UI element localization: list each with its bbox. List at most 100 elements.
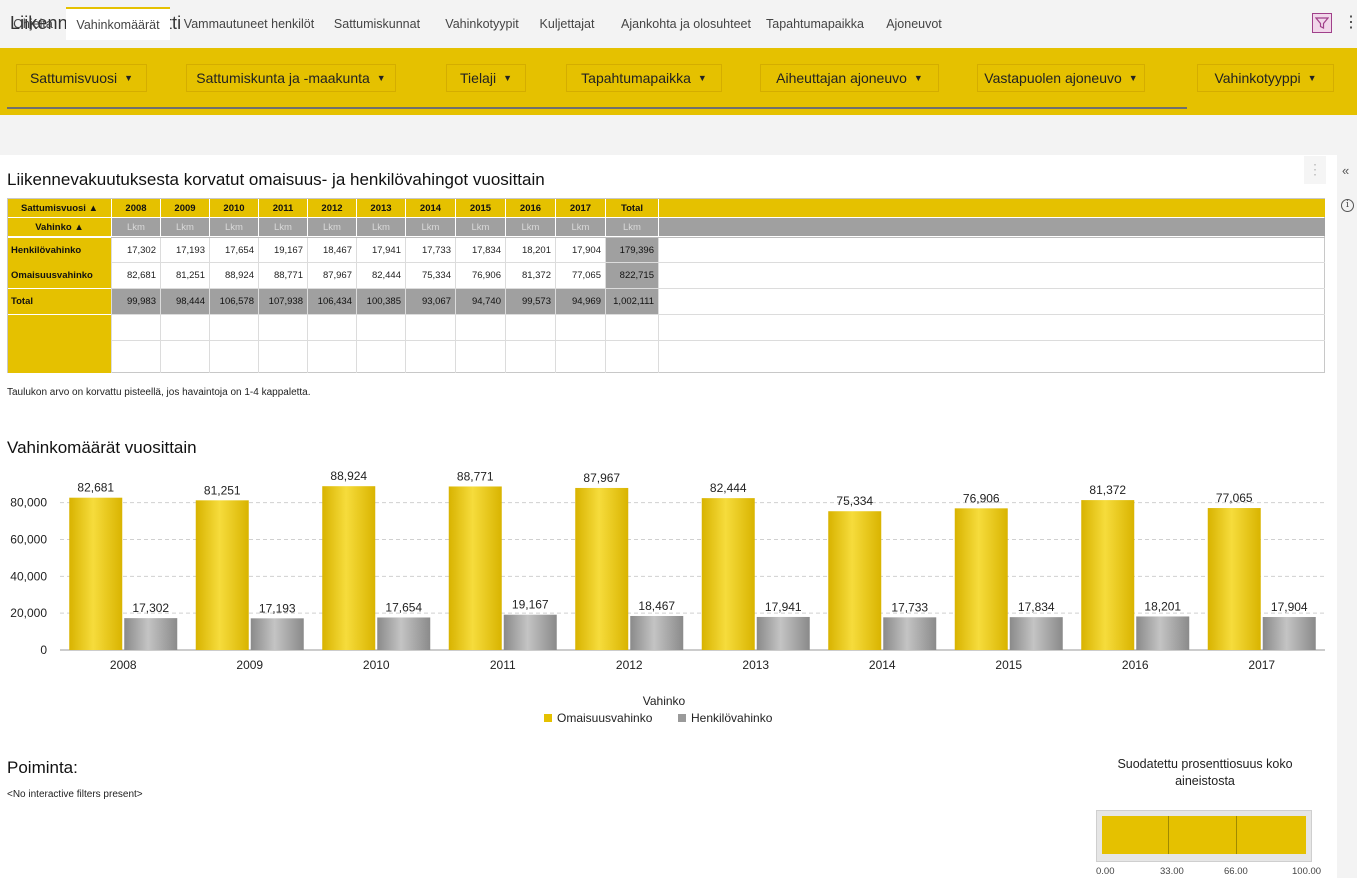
data-label: 88,771 (457, 469, 494, 483)
filter-dropdown-3[interactable]: Tielaji ▼ (446, 64, 526, 92)
caret-down-icon: ▼ (376, 73, 386, 83)
bar-henkilovahinko (1136, 616, 1190, 650)
table-cell: 94,969 (556, 289, 605, 314)
row-label-empty (8, 315, 111, 373)
filter-dropdown-2[interactable]: Sattumiskunta ja -maakunta ▼ (186, 64, 396, 92)
table-cell: 93,067 (406, 289, 455, 314)
data-label: 82,444 (710, 481, 747, 495)
filter-dropdown-1[interactable]: Sattumisvuosi ▼ (16, 64, 147, 92)
data-label: 87,967 (583, 471, 620, 485)
x-tick-label: 2012 (616, 658, 643, 672)
kebab-menu-icon[interactable]: ⋮ (1343, 14, 1357, 34)
header-fill (659, 218, 1325, 236)
legend-swatch-henkilovahinko (678, 714, 686, 722)
unit-header: Lkm (506, 218, 555, 236)
bar-omaisuusvahinko (828, 511, 882, 650)
grid-line (405, 237, 406, 373)
filter-dropdown-5[interactable]: Aiheuttajan ajoneuvo ▼ (760, 64, 939, 92)
bar-henkilovahinko (250, 618, 304, 650)
caret-down-icon: ▼ (697, 73, 707, 83)
table-cell: 17,654 (224, 245, 254, 256)
data-label: 77,065 (1216, 491, 1253, 505)
unit-header: Lkm (357, 218, 405, 236)
grid-line (111, 262, 1325, 263)
data-label: 81,251 (204, 483, 241, 497)
filter-dropdown-7[interactable]: Vahinkotyyppi ▼ (1197, 64, 1334, 92)
table-cell: 81,372 (521, 270, 551, 281)
table-cell: 17,941 (371, 245, 401, 256)
tab-item[interactable]: Ajoneuvot (880, 9, 948, 39)
table-cell: 107,938 (259, 289, 307, 314)
bar-henkilovahinko (630, 615, 684, 650)
table-cell: 17,834 (471, 245, 501, 256)
column-header: 2014 (406, 199, 455, 217)
info-icon[interactable]: i (1341, 199, 1354, 212)
bar-omaisuusvahinko (195, 500, 249, 650)
row-label: Omaisuusvahinko (8, 263, 111, 288)
table-note: Taulukon arvo on korvattu pisteellä, jos… (7, 387, 311, 398)
unit-header: Lkm (456, 218, 505, 236)
legend-label: Henkilövahinko (691, 711, 773, 725)
table-cell: 18,201 (521, 245, 551, 256)
double-chevron-left-icon[interactable]: « (1342, 163, 1349, 178)
tab-item[interactable]: Tapahtumapaikka (763, 9, 867, 39)
table-cell: 106,434 (308, 289, 356, 314)
data-label: 18,201 (1144, 599, 1181, 613)
bar-omaisuusvahinko (69, 497, 123, 650)
tab-item[interactable]: Sattumiskunnat (331, 9, 423, 39)
table-cell: 17,193 (175, 245, 205, 256)
column-header: 2013 (357, 199, 405, 217)
column-header: 2012 (308, 199, 356, 217)
percent-bar-fill (1102, 816, 1306, 854)
table-cell: 17,302 (126, 245, 156, 256)
y-tick-label: 60,000 (10, 532, 47, 546)
section-menu-icon[interactable]: ⋮ (1304, 156, 1326, 184)
bar-omaisuusvahinko (954, 508, 1008, 650)
data-label: 17,733 (891, 600, 928, 614)
grid-line (111, 340, 1325, 341)
percent-title-line2: aineistosta (1175, 774, 1235, 788)
bar-henkilovahinko (503, 614, 557, 650)
percent-tick-label: 33.00 (1160, 866, 1184, 877)
filter-icon[interactable] (1312, 13, 1332, 33)
unit-header: Lkm (406, 218, 455, 236)
tab-item[interactable]: Vahinkomäärät (66, 7, 170, 40)
data-label: 17,302 (132, 601, 169, 615)
table-cell: 82,444 (371, 270, 401, 281)
table-cell: 88,924 (224, 270, 254, 281)
data-label: 17,941 (765, 600, 802, 614)
bar-henkilovahinko (1009, 617, 1063, 650)
x-tick-label: 2014 (869, 658, 896, 672)
tab-item[interactable]: Vahinkotyypit (438, 9, 526, 39)
legend-label: Omaisuusvahinko (557, 711, 653, 725)
unit-header: Lkm (259, 218, 307, 236)
column-header: 2016 (506, 199, 555, 217)
data-label: 17,904 (1271, 600, 1308, 614)
app-root: Liikennevahinkoportti ⋮ Sattumisvuosi▼Sa… (0, 0, 1357, 878)
tab-item[interactable]: Ohjeita (8, 9, 58, 39)
grid-line (160, 237, 161, 373)
tab-item[interactable]: Vammautuneet henkilöt (179, 9, 319, 39)
table-cell: 18,467 (322, 245, 352, 256)
table-cell: 1,002,111 (606, 289, 658, 314)
grid-line (555, 237, 556, 373)
data-label: 17,834 (1018, 600, 1055, 614)
filter-bar-divider (7, 107, 1187, 109)
percent-tick-label: 100.00 (1292, 866, 1322, 877)
x-tick-label: 2016 (1122, 658, 1149, 672)
tab-item[interactable]: Kuljettajat (534, 9, 600, 39)
filter-dropdown-4[interactable]: Tapahtumapaikka ▼ (566, 64, 722, 92)
bar-henkilovahinko (1262, 617, 1316, 650)
data-label: 81,372 (1089, 483, 1126, 497)
grid-line (658, 237, 659, 373)
bar-henkilovahinko (756, 616, 810, 650)
filter-dropdown-6[interactable]: Vastapuolen ajoneuvo ▼ (977, 64, 1145, 92)
table-cell: 77,065 (571, 270, 601, 281)
data-label: 75,334 (836, 494, 873, 508)
row-label: Henkilövahinko (8, 238, 111, 263)
column-header: 2015 (456, 199, 505, 217)
percent-widget-title: Suodatettu prosenttiosuus koko aineistos… (1100, 756, 1310, 790)
tab-item[interactable]: Ajankohta ja olosuhteet (611, 9, 761, 39)
unit-header: Lkm (210, 218, 258, 236)
x-tick-label: 2013 (742, 658, 769, 672)
